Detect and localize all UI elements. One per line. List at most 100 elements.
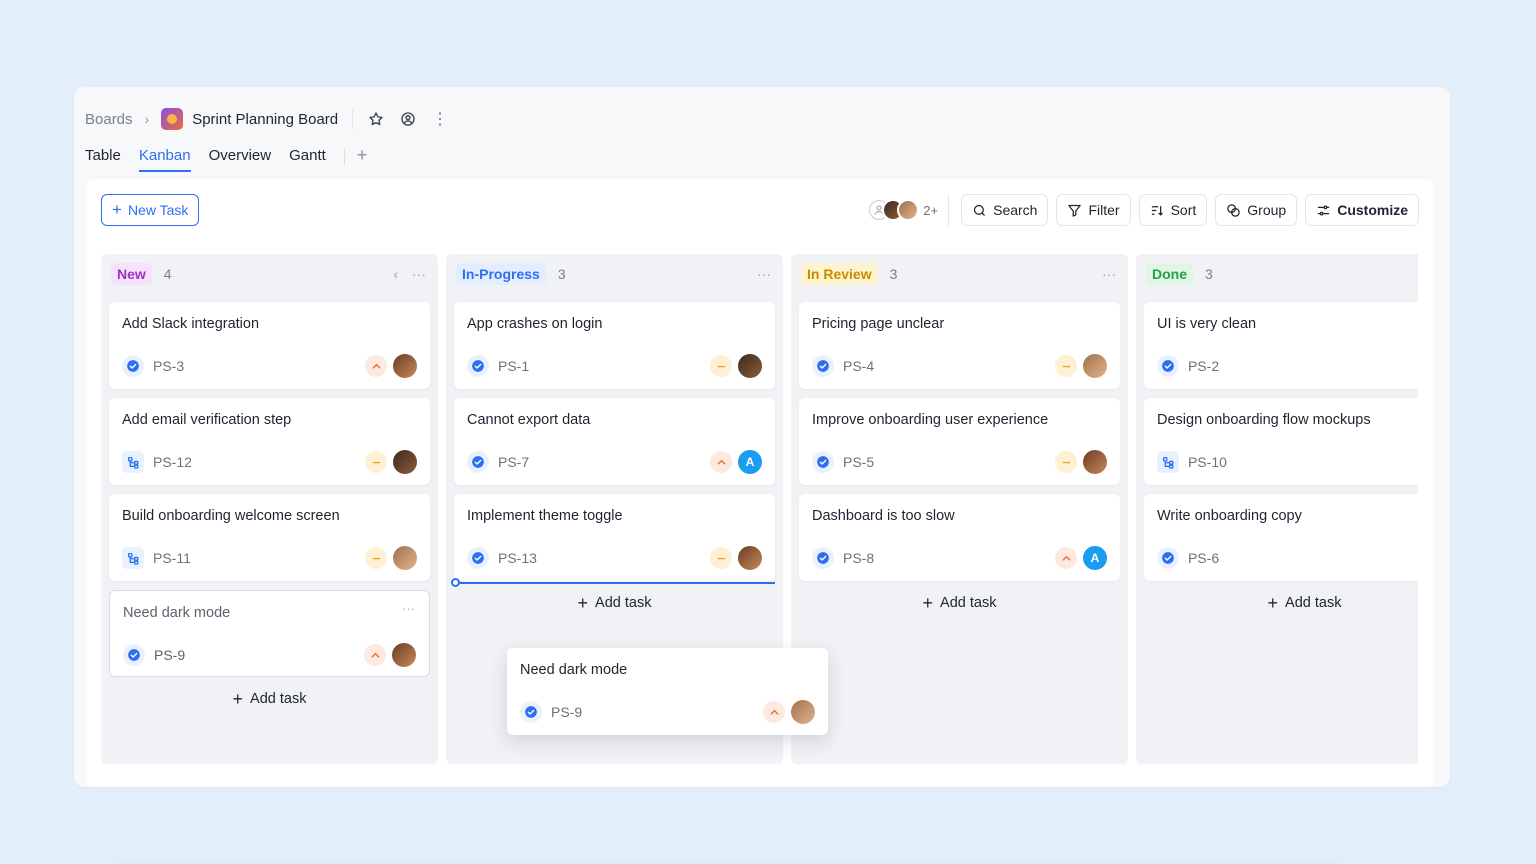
tab-gantt[interactable]: Gantt [289,147,326,170]
search-button[interactable]: Search [961,194,1049,226]
add-task-button[interactable]: + Add task [446,593,783,613]
card-key: PS-7 [498,454,530,470]
dragging-card[interactable]: Need dark mode PS-9 [507,648,828,735]
more-horizontal-icon[interactable]: ··· [1102,266,1116,282]
task-card[interactable]: Cannot export data PS-7 A [454,398,775,485]
search-label: Search [993,202,1038,218]
task-card[interactable]: App crashes on login PS-1 [454,302,775,389]
column-count: 3 [1205,266,1213,282]
assignee-avatar[interactable] [393,546,417,570]
assignee-avatar[interactable] [393,354,417,378]
divider [352,109,354,129]
plus-icon: + [577,593,589,613]
assignee-avatar[interactable] [738,546,762,570]
task-card[interactable]: Design onboarding flow mockups PS-10 [1144,398,1418,485]
assignee-avatar[interactable] [392,643,416,667]
priority-medium-icon[interactable] [710,547,732,569]
task-icon [122,355,144,377]
task-card[interactable]: UI is very clean PS-2 [1144,302,1418,389]
column-header: New 4 ‹ ··· [101,254,438,294]
task-card[interactable]: Add Slack integration PS-3 [109,302,430,389]
more-vertical-icon[interactable]: ⋮ [431,110,449,128]
plus-icon: + [112,200,122,219]
task-card[interactable]: Build onboarding welcome screen PS-11 [109,494,430,581]
task-icon [1157,355,1179,377]
priority-high-icon[interactable] [1055,547,1077,569]
add-task-label: Add task [250,691,307,707]
priority-medium-icon[interactable] [365,547,387,569]
priority-high-icon[interactable] [364,644,386,666]
star-icon[interactable] [367,110,385,128]
new-task-button[interactable]: + New Task [101,194,200,226]
filter-button[interactable]: Filter [1056,194,1131,226]
share-icon[interactable] [399,110,417,128]
column-name: In-Progress [456,263,546,285]
plus-icon: + [232,689,244,709]
toolbar: 2+ Search Filter Sort Group Customize [869,194,1419,226]
add-task-label: Add task [595,595,652,611]
task-card[interactable]: Write onboarding copy PS-6 [1144,494,1418,581]
assignee-avatar[interactable] [738,354,762,378]
add-view-icon[interactable]: + [357,146,368,164]
priority-medium-icon[interactable] [1055,451,1077,473]
task-card[interactable]: Dashboard is too slow PS-8 A [799,494,1120,581]
priority-medium-icon[interactable] [365,451,387,473]
card-key: PS-5 [843,454,875,470]
group-button[interactable]: Group [1215,194,1298,226]
assignee-avatar[interactable] [1083,450,1107,474]
card-title: UI is very clean [1157,316,1257,332]
card-title: Need dark mode [123,605,231,621]
more-horizontal-icon[interactable]: ··· [757,266,771,282]
customize-button[interactable]: Customize [1305,194,1419,226]
task-card[interactable]: Improve onboarding user experience PS-5 [799,398,1120,485]
more-horizontal-icon[interactable]: ··· [402,601,415,616]
subtask-icon [122,547,144,569]
task-icon [812,451,834,473]
add-task-button[interactable]: + Add task [101,689,438,709]
assignee-avatar[interactable]: A [1083,546,1107,570]
chevron-right-icon: › [144,111,150,127]
assignee-avatar[interactable] [1083,354,1107,378]
task-card[interactable]: Implement theme toggle PS-13 [454,494,775,581]
card-title: Cannot export data [467,412,591,428]
card-title: Need dark mode [520,662,628,678]
task-card[interactable]: Pricing page unclear PS-4 [799,302,1120,389]
member-avatars[interactable]: 2+ [869,194,950,226]
breadcrumb-boards-link[interactable]: Boards [85,111,133,128]
priority-high-icon[interactable] [365,355,387,377]
drop-indicator [451,578,775,587]
add-task-button[interactable]: + Add task [791,594,1128,612]
tab-table[interactable]: Table [85,147,121,170]
task-icon [520,701,542,723]
task-card[interactable]: Need dark mode PS-9 ··· [109,590,430,677]
priority-medium-icon[interactable] [710,355,732,377]
priority-medium-icon[interactable] [1055,355,1077,377]
card-title: Improve onboarding user experience [812,412,1049,428]
column-name: Done [1146,263,1193,285]
sliders-icon [1318,205,1330,215]
card-title: Design onboarding flow mockups [1157,412,1371,428]
assignee-avatar[interactable] [791,700,815,724]
card-title: Implement theme toggle [467,508,623,524]
card-key: PS-3 [153,358,185,374]
card-key: PS-11 [153,550,191,566]
more-horizontal-icon[interactable]: ··· [412,266,426,282]
task-icon [467,547,489,569]
task-icon [467,451,489,473]
tab-kanban[interactable]: Kanban [138,147,191,172]
card-title: Pricing page unclear [812,316,945,332]
card-title: Dashboard is too slow [812,508,955,524]
customize-label: Customize [1337,202,1408,218]
card-key: PS-13 [498,550,537,566]
task-card[interactable]: Add email verification step PS-12 [109,398,430,485]
assignee-avatar[interactable]: A [738,450,762,474]
sort-button[interactable]: Sort [1138,194,1208,226]
priority-high-icon[interactable] [710,451,732,473]
plus-icon: + [1267,593,1279,613]
tab-overview[interactable]: Overview [209,147,272,170]
assignee-avatar[interactable] [393,450,417,474]
collapse-icon[interactable]: ‹ [393,266,398,282]
app-window: Boards › Sprint Planning Board ⋮ Table K… [74,87,1450,864]
add-task-button[interactable]: + Add task [1136,593,1418,613]
priority-high-icon[interactable] [763,701,785,723]
